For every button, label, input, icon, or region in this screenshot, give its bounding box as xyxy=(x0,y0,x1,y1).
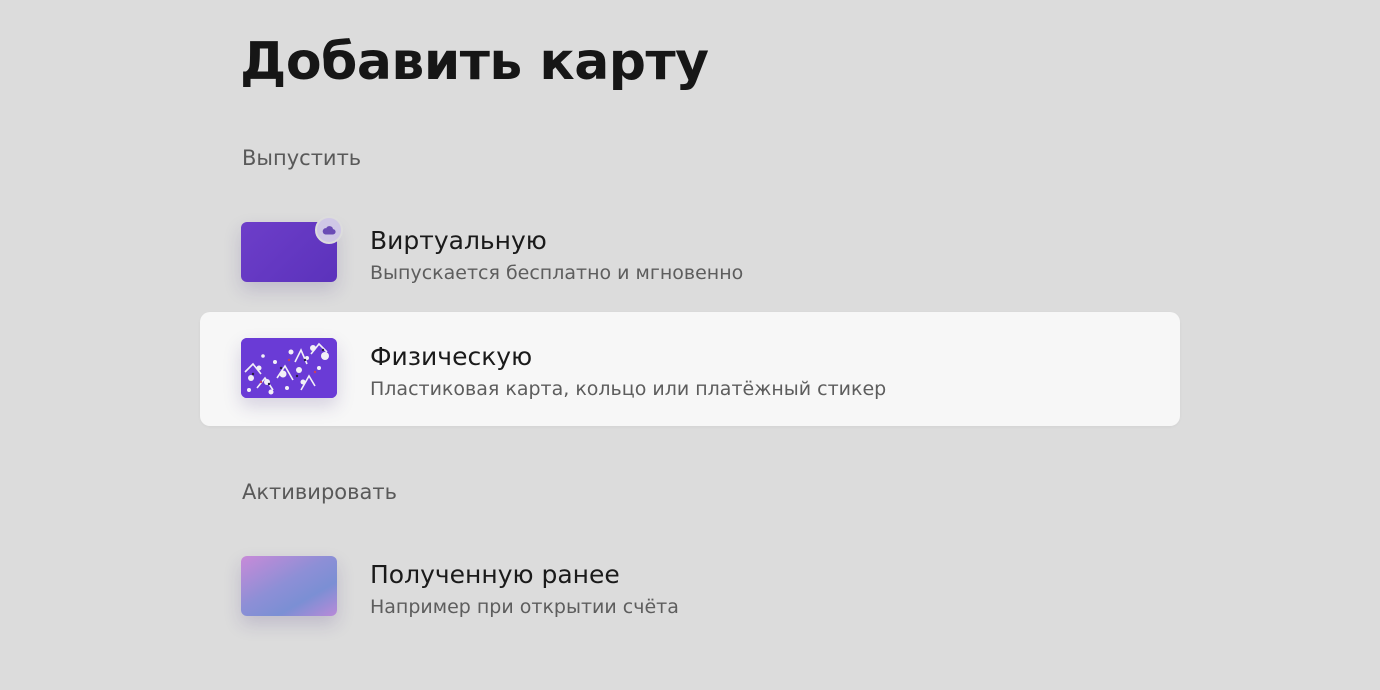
option-subtitle: Например при открытии счёта xyxy=(370,596,679,618)
virtual-card-icon xyxy=(241,216,343,282)
section-label-activate: Активировать xyxy=(242,480,397,504)
cloud-icon xyxy=(315,216,343,244)
physical-card-icon xyxy=(241,338,337,398)
option-subtitle: Выпускается бесплатно и мгновенно xyxy=(370,262,744,284)
section-label-issue: Выпустить xyxy=(242,146,362,170)
option-virtual-card[interactable]: Виртуальную Выпускается бесплатно и мгно… xyxy=(200,196,1180,310)
option-physical-card[interactable]: Физическую Пластиковая карта, кольцо или… xyxy=(200,312,1180,426)
received-card-icon xyxy=(241,556,337,616)
page-title: Добавить карту xyxy=(240,32,709,92)
option-title: Полученную ранее xyxy=(370,560,620,589)
option-title: Виртуальную xyxy=(370,226,547,255)
add-card-page: Добавить карту Выпустить Виртуальную Вып… xyxy=(0,0,1380,690)
option-subtitle: Пластиковая карта, кольцо или платёжный … xyxy=(370,378,887,400)
option-title: Физическую xyxy=(370,342,533,371)
option-received-card[interactable]: Полученную ранее Например при открытии с… xyxy=(200,530,1180,644)
